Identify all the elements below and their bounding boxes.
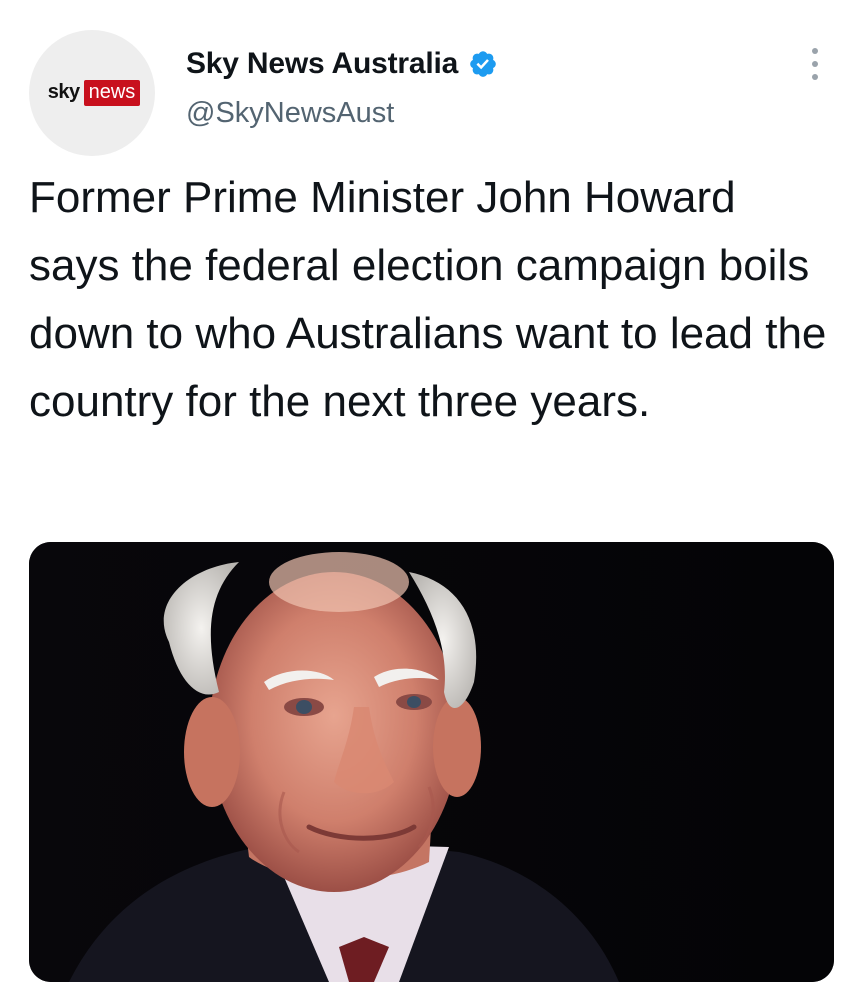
portrait-photo-image (29, 542, 834, 982)
tweet-card[interactable]: sky news Sky News Australia @SkyNewsAust… (0, 0, 863, 982)
more-dot (812, 61, 818, 67)
more-dot (812, 48, 818, 54)
avatar[interactable]: sky news (29, 30, 155, 156)
display-name[interactable]: Sky News Australia (186, 47, 458, 81)
user-handle[interactable]: @SkyNewsAust (186, 97, 394, 130)
author-name-row[interactable]: Sky News Australia (186, 44, 498, 84)
sky-news-logo: sky news (44, 80, 141, 106)
tweet-photo[interactable] (29, 542, 834, 982)
logo-sky-text: sky (47, 81, 80, 103)
logo-news-text: news (83, 80, 141, 106)
more-vertical-icon[interactable] (800, 46, 830, 82)
more-dot (812, 74, 818, 80)
verified-badge-icon (468, 49, 498, 79)
tweet-text: Former Prime Minister John Howard says t… (29, 173, 827, 426)
